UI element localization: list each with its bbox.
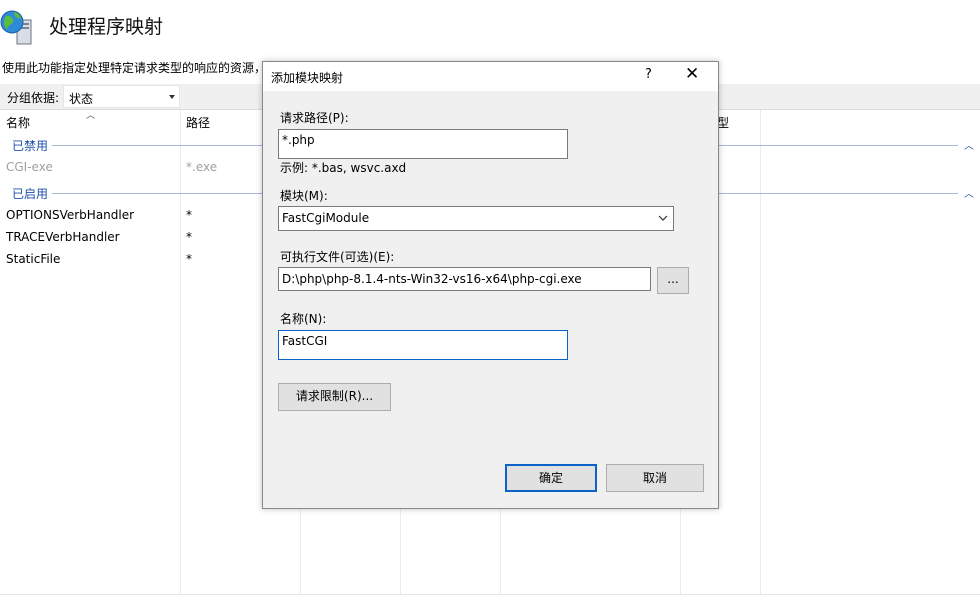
group-separator bbox=[52, 145, 262, 146]
add-module-mapping-dialog: 添加模块映射 ? ✕ 请求路径(P): *.php 示例: *.bas, wsv… bbox=[262, 61, 719, 509]
browse-button[interactable]: ... bbox=[657, 267, 689, 294]
list-item-path: *.exe bbox=[186, 160, 218, 174]
group-by-value: 状态 bbox=[69, 92, 94, 106]
name-value: FastCGI bbox=[282, 334, 328, 348]
group-by-label: 分组依据: bbox=[7, 91, 60, 105]
chevron-up-icon[interactable]: ︿ bbox=[964, 137, 974, 152]
executable-value: D:\php\php-8.1.4-nts-Win32-vs16-x64\php-… bbox=[282, 272, 582, 286]
executable-label: 可执行文件(可选)(E): bbox=[280, 250, 395, 264]
group-by-select[interactable]: 状态 bbox=[63, 85, 180, 108]
request-restrictions-button[interactable]: 请求限制(R)... bbox=[278, 383, 391, 411]
request-path-input[interactable]: *.php bbox=[278, 129, 568, 159]
executable-input[interactable]: D:\php\php-8.1.4-nts-Win32-vs16-x64\php-… bbox=[278, 267, 651, 291]
list-item-path: * bbox=[186, 230, 192, 244]
page-description: 使用此功能指定处理特定请求类型的响应的资源， bbox=[2, 61, 267, 75]
module-value: FastCgiModule bbox=[282, 211, 370, 225]
group-label: 已启用 bbox=[12, 187, 49, 201]
dropdown-arrow-icon bbox=[169, 95, 175, 99]
group-label: 已禁用 bbox=[12, 139, 49, 153]
chevron-up-icon[interactable]: ︿ bbox=[964, 185, 974, 200]
dialog-titlebar[interactable]: 添加模块映射 ? ✕ bbox=[263, 62, 718, 91]
example-hint: 示例: *.bas, wsvc.axd bbox=[280, 161, 407, 175]
column-header-name[interactable]: 名称 bbox=[6, 114, 30, 131]
module-label: 模块(M): bbox=[280, 189, 328, 203]
ok-button[interactable]: 确定 bbox=[505, 464, 597, 492]
help-icon[interactable]: ? bbox=[645, 67, 652, 82]
list-item[interactable]: CGI-exe bbox=[6, 160, 53, 174]
list-item[interactable]: StaticFile bbox=[6, 252, 60, 266]
column-header-path[interactable]: 路径 bbox=[186, 114, 210, 131]
list-item-path: * bbox=[186, 252, 192, 266]
close-icon[interactable]: ✕ bbox=[685, 65, 699, 83]
request-path-value: *.php bbox=[282, 133, 315, 147]
name-input[interactable]: FastCGI bbox=[278, 330, 568, 360]
request-path-label: 请求路径(P): bbox=[280, 111, 349, 125]
dialog-title: 添加模块映射 bbox=[271, 71, 344, 85]
globe-icon bbox=[0, 8, 34, 46]
page-title: 处理程序映射 bbox=[49, 16, 164, 38]
sort-ascending-icon: ︿ bbox=[86, 111, 96, 121]
chevron-down-icon bbox=[658, 215, 668, 221]
list-item-path: * bbox=[186, 208, 192, 222]
cancel-button[interactable]: 取消 bbox=[606, 464, 704, 492]
name-label: 名称(N): bbox=[280, 312, 327, 326]
module-select[interactable]: FastCgiModule bbox=[278, 206, 674, 231]
list-item[interactable]: OPTIONSVerbHandler bbox=[6, 208, 134, 222]
list-bottom-border bbox=[0, 594, 980, 595]
group-separator bbox=[718, 193, 958, 194]
group-separator bbox=[718, 145, 958, 146]
list-item[interactable]: TRACEVerbHandler bbox=[6, 230, 120, 244]
group-separator bbox=[52, 193, 262, 194]
